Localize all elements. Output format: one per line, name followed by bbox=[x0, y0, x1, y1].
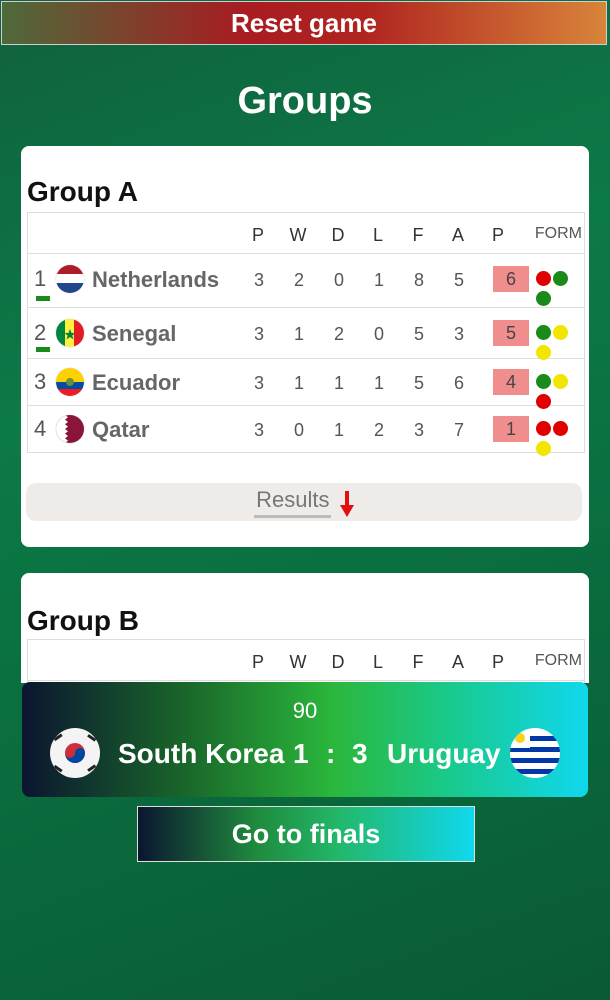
results-label: Results bbox=[254, 487, 332, 518]
results-toggle-button[interactable]: Results bbox=[26, 483, 582, 521]
arrow-down-icon bbox=[339, 491, 354, 522]
standings-table: P W D L F A P FORM 1 Netherlands 3 2 0 1… bbox=[27, 212, 585, 456]
drawn: 1 bbox=[333, 420, 344, 440]
netherlands-flag-icon bbox=[56, 265, 84, 293]
goals-against: 7 bbox=[453, 420, 464, 440]
points-badge: 5 bbox=[493, 320, 529, 346]
go-to-finals-button[interactable]: Go to finals bbox=[137, 806, 475, 862]
senegal-flag-icon bbox=[56, 319, 84, 347]
played: 3 bbox=[253, 420, 264, 440]
drawn: 0 bbox=[333, 270, 344, 290]
played: 3 bbox=[253, 324, 264, 344]
col-for: F bbox=[412, 225, 424, 245]
lost: 1 bbox=[373, 270, 384, 290]
standings-table: P W D L F A P FORM bbox=[27, 639, 585, 683]
reset-game-button[interactable]: Reset game bbox=[1, 1, 607, 45]
win-dot bbox=[536, 291, 551, 306]
col-won: W bbox=[289, 225, 307, 245]
draw-dot bbox=[536, 441, 551, 456]
goals-against: 6 bbox=[453, 373, 464, 393]
loss-dot bbox=[536, 421, 551, 436]
col-played: P bbox=[251, 652, 264, 672]
col-points: P bbox=[491, 225, 504, 245]
col-form: FORM bbox=[534, 225, 582, 242]
win-dot bbox=[553, 271, 568, 286]
goals-for: 3 bbox=[413, 420, 424, 440]
played: 3 bbox=[253, 270, 264, 290]
group-b-card: Group B P W D L F A P FORM bbox=[21, 573, 589, 683]
goals-for: 8 bbox=[413, 270, 424, 290]
played: 3 bbox=[253, 373, 264, 393]
uruguay-flag-icon bbox=[510, 728, 560, 778]
team-name: Netherlands bbox=[92, 267, 220, 292]
points-badge: 6 bbox=[493, 266, 529, 292]
col-played: P bbox=[251, 225, 264, 245]
won: 0 bbox=[293, 420, 304, 440]
away-score: 3 bbox=[352, 738, 368, 769]
table-header: P W D L F A P FORM bbox=[28, 640, 584, 681]
points-badge: 4 bbox=[493, 369, 529, 395]
col-lost: L bbox=[372, 225, 383, 245]
home-team: South Korea bbox=[118, 738, 285, 769]
won: 1 bbox=[293, 373, 304, 393]
col-drawn: D bbox=[331, 652, 345, 672]
col-won: W bbox=[289, 652, 307, 672]
won: 1 bbox=[293, 324, 304, 344]
table-header: P W D L F A P FORM bbox=[28, 213, 584, 254]
table-row[interactable]: 2 Senegal 3 1 2 0 5 3 5 bbox=[28, 308, 584, 360]
loss-dot bbox=[536, 271, 551, 286]
draw-dot bbox=[553, 374, 568, 389]
group-title: Group B bbox=[27, 605, 139, 636]
score-separator: : bbox=[326, 738, 336, 769]
col-drawn: D bbox=[331, 225, 345, 245]
col-against: A bbox=[451, 225, 464, 245]
live-match-banner[interactable]: 90 South Korea 1 : 3 Uruguay bbox=[22, 682, 588, 797]
ecuador-flag-icon bbox=[56, 368, 84, 396]
group-a-card: Group A P W D L F A P FORM 1 Netherlands… bbox=[21, 146, 589, 547]
lost: 0 bbox=[373, 324, 384, 344]
position: 3 bbox=[34, 369, 47, 394]
col-points: P bbox=[491, 652, 504, 672]
col-against: A bbox=[451, 652, 464, 672]
position: 2 bbox=[34, 320, 47, 345]
goals-against: 3 bbox=[453, 324, 464, 344]
points-badge: 1 bbox=[493, 416, 529, 442]
drawn: 2 bbox=[333, 324, 344, 344]
table-row[interactable]: 3 Ecuador 3 1 1 1 5 6 4 bbox=[28, 359, 584, 409]
team-name: Senegal bbox=[92, 321, 177, 346]
team-name: Qatar bbox=[92, 417, 150, 442]
south-korea-flag-icon bbox=[50, 728, 100, 778]
drawn: 1 bbox=[333, 373, 344, 393]
qualify-marker bbox=[36, 296, 50, 301]
table-row[interactable]: 4 Qatar 3 0 1 2 3 7 1 bbox=[28, 406, 584, 456]
away-team: Uruguay bbox=[387, 738, 501, 769]
goals-for: 5 bbox=[413, 373, 424, 393]
qualify-marker bbox=[36, 347, 50, 352]
team-name: Ecuador bbox=[92, 370, 181, 395]
form-indicator bbox=[536, 271, 584, 311]
won: 2 bbox=[293, 270, 304, 290]
form-indicator bbox=[536, 421, 584, 461]
group-title: Group A bbox=[27, 176, 138, 207]
loss-dot bbox=[553, 421, 568, 436]
win-dot bbox=[536, 325, 551, 340]
goals-against: 5 bbox=[453, 270, 464, 290]
draw-dot bbox=[536, 345, 551, 360]
match-minute: 90 bbox=[292, 698, 318, 723]
table-row[interactable]: 1 Netherlands 3 2 0 1 8 5 6 bbox=[28, 254, 584, 308]
position: 1 bbox=[34, 266, 47, 291]
col-form: FORM bbox=[534, 652, 582, 669]
lost: 1 bbox=[373, 373, 384, 393]
qatar-flag-icon bbox=[56, 415, 84, 443]
page-title: Groups bbox=[237, 80, 373, 122]
lost: 2 bbox=[373, 420, 384, 440]
goals-for: 5 bbox=[413, 324, 424, 344]
col-for: F bbox=[412, 652, 424, 672]
position: 4 bbox=[34, 416, 47, 441]
home-score: 1 bbox=[293, 738, 309, 769]
draw-dot bbox=[553, 325, 568, 340]
win-dot bbox=[536, 374, 551, 389]
col-lost: L bbox=[372, 652, 383, 672]
